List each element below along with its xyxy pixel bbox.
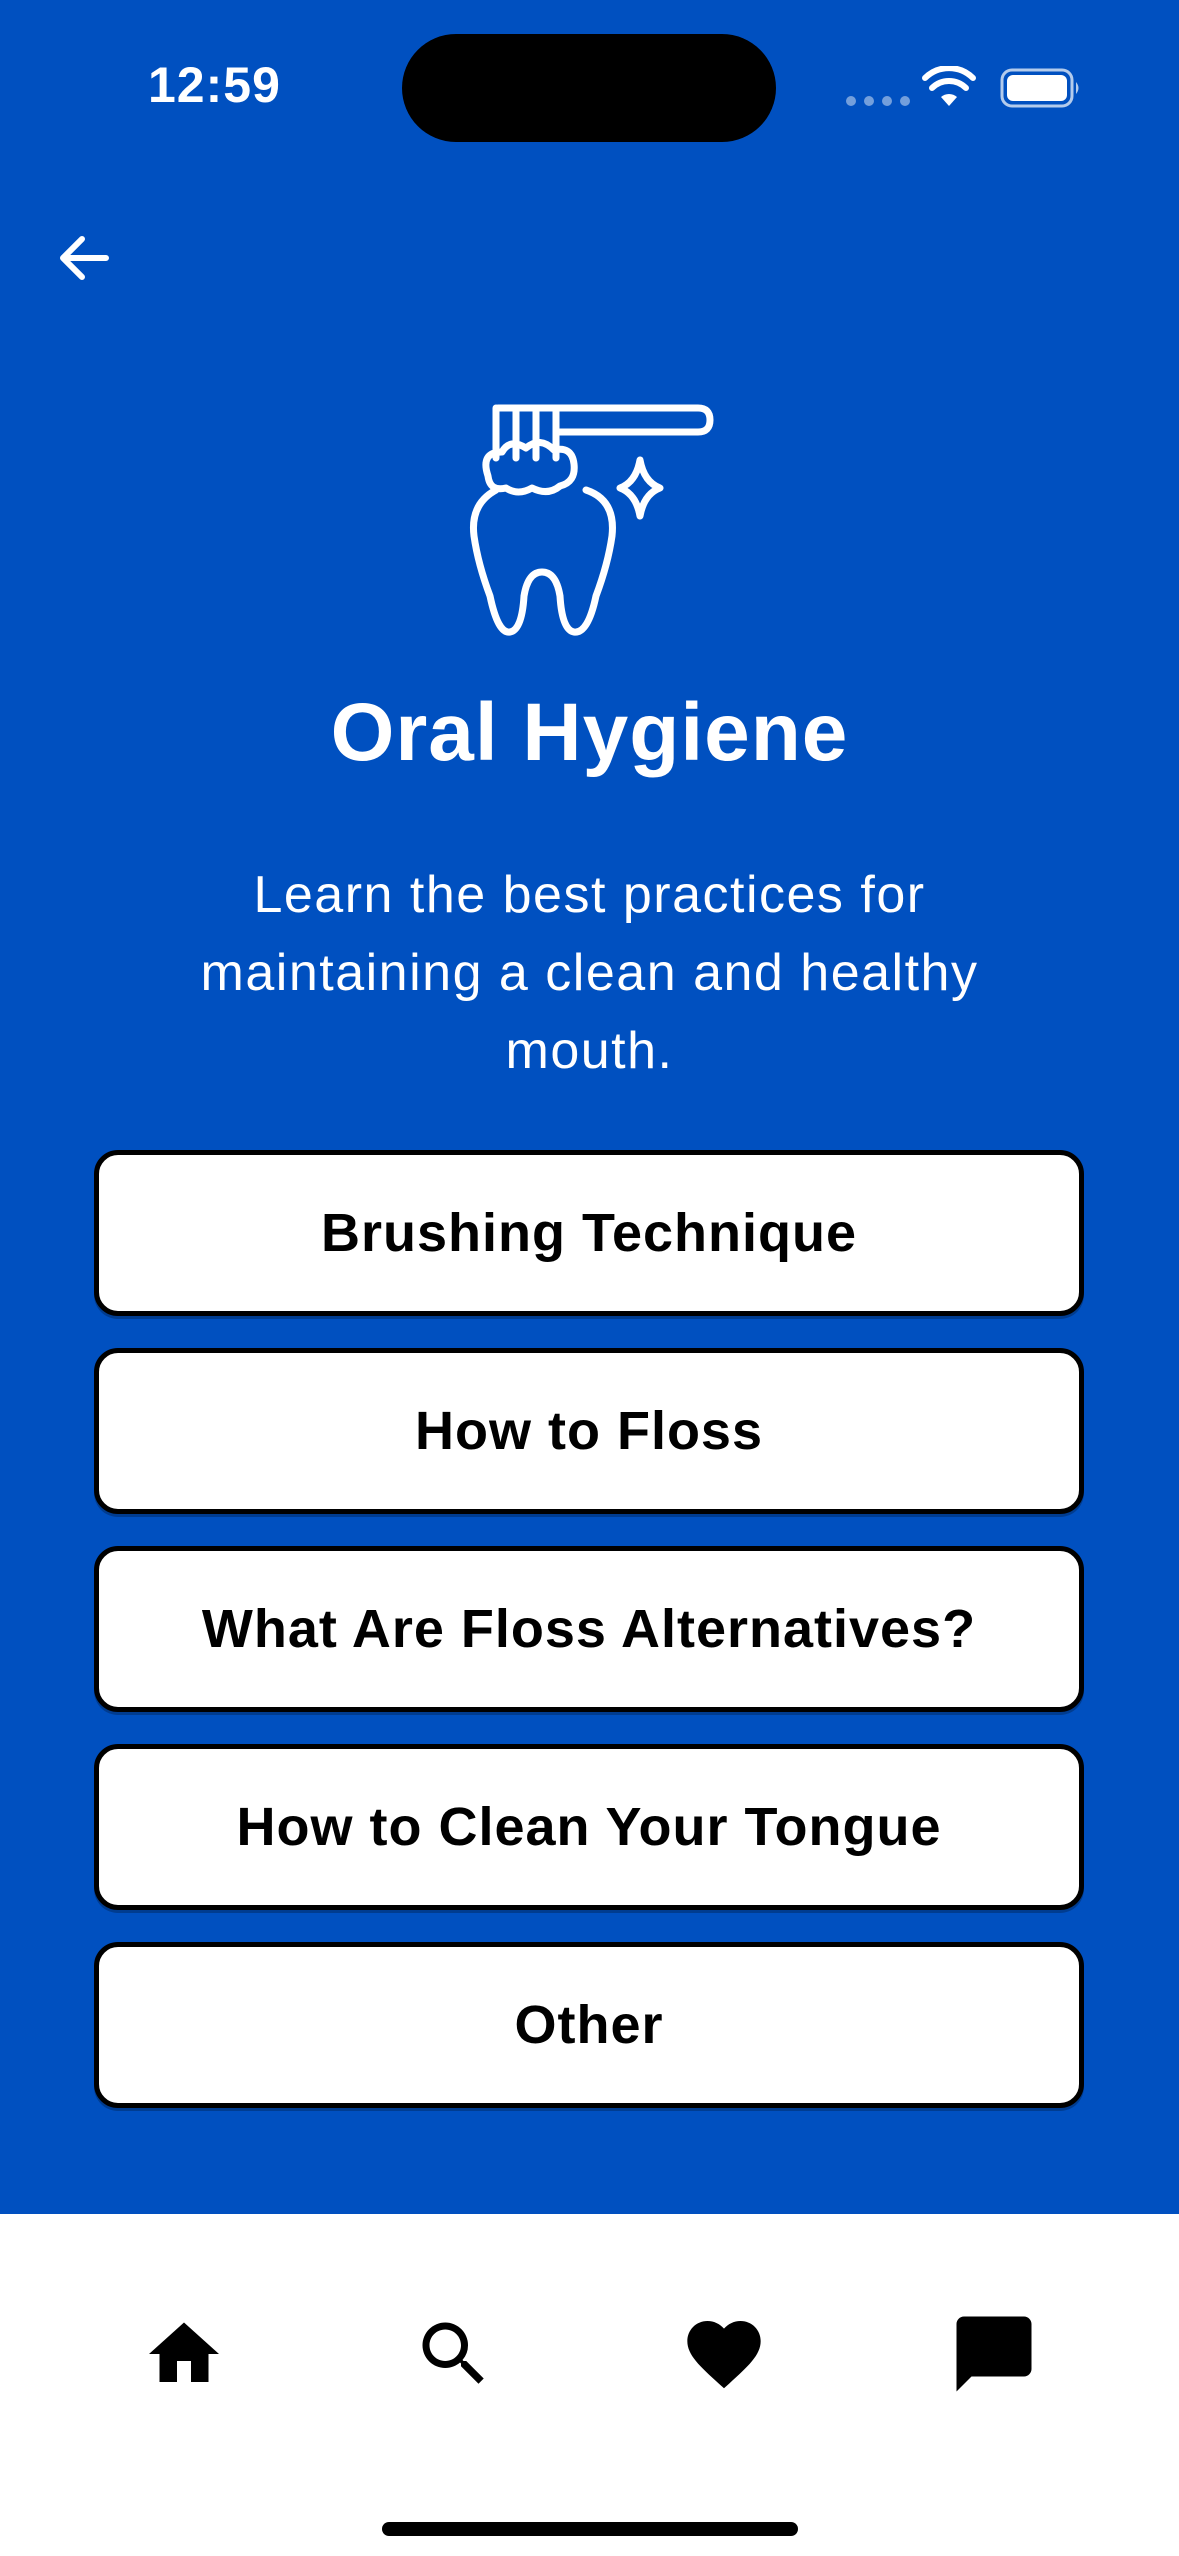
other-button[interactable]: Other [94,1942,1084,2108]
cellular-signal-icon [846,96,910,106]
clean-tongue-button[interactable]: How to Clean Your Tongue [94,1744,1084,1910]
tab-home[interactable] [136,2306,232,2402]
heart-icon [687,2321,761,2389]
dynamic-island [402,34,776,142]
status-time: 12:59 [148,57,281,113]
main-content: 12:59 Oral Hygiene Learn the best practi… [0,0,1179,2214]
screen: 12:59 Oral Hygiene Learn the best practi… [0,0,1179,2556]
page-subtitle: Learn the best practices for maintaining… [200,866,979,1080]
tab-bar [0,2214,1179,2556]
arrow-left-icon [60,236,109,280]
tab-chat[interactable] [946,2306,1042,2402]
home-indicator [382,2522,798,2536]
brushing-technique-button[interactable]: Brushing Technique [94,1150,1084,1316]
battery-icon [1000,68,1079,108]
wifi-icon [922,66,976,106]
search-icon [422,2322,484,2384]
tab-favorites[interactable] [676,2306,772,2402]
tab-search[interactable] [406,2306,502,2402]
page-title: Oral Hygiene [330,687,849,778]
chat-icon [956,2316,1032,2392]
how-to-floss-button[interactable]: How to Floss [94,1348,1084,1514]
tooth-brushing-icon [469,404,714,636]
floss-alternatives-button[interactable]: What Are Floss Alternatives? [94,1546,1084,1712]
back-button[interactable] [48,222,120,294]
home-icon [149,2322,219,2382]
